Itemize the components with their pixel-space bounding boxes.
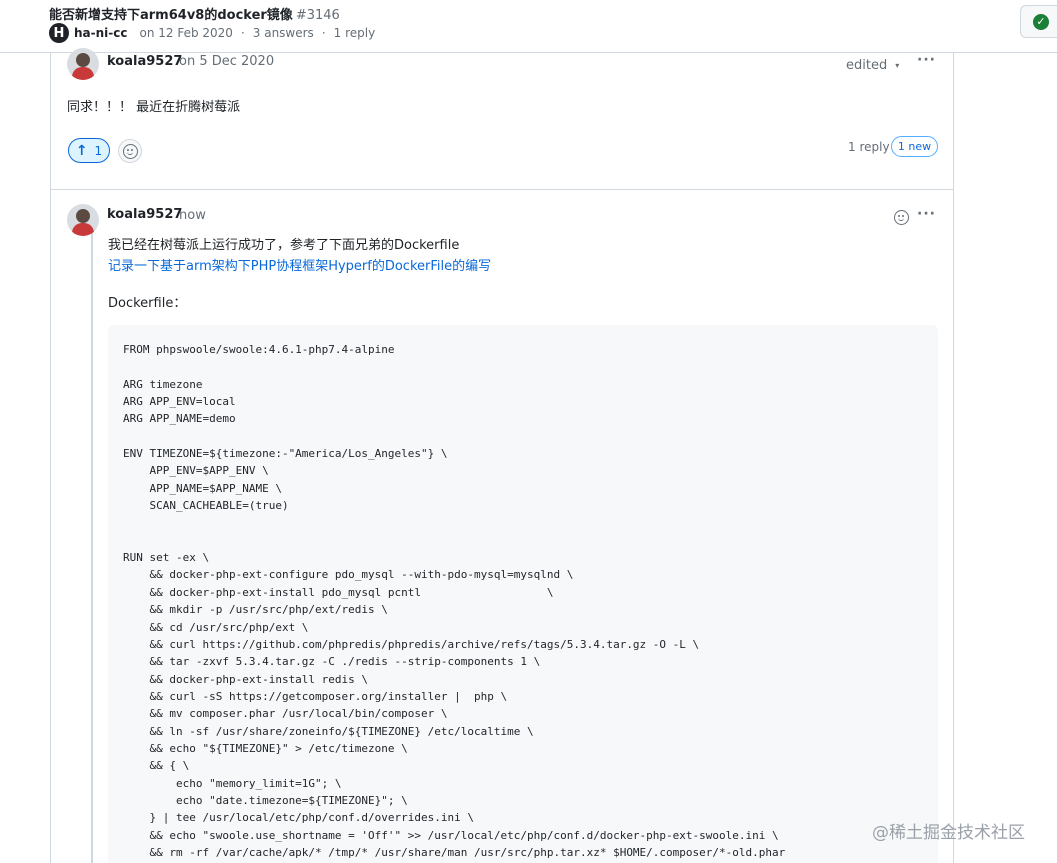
- comment-body: 同求！！！ 最近在折腾树莓派: [67, 100, 241, 115]
- reply: koala9527 now ··· 我已经在树莓派上运行成功了，参考了下面兄弟的…: [51, 191, 953, 863]
- meta-separator: ·: [321, 26, 326, 40]
- add-reaction-button[interactable]: [889, 205, 913, 229]
- upvote-count: 1: [94, 143, 103, 158]
- code-block: FROM phpswoole/swoole:4.6.1-php7.4-alpin…: [108, 325, 938, 863]
- discussion-meta: H ha-ni-cc on 12 Feb 2020 · 3 answers · …: [49, 23, 375, 43]
- smiley-icon: [122, 143, 138, 159]
- triangle-down-icon: ▾: [895, 61, 900, 70]
- answers-count: 3 answers: [252, 26, 314, 40]
- add-reaction-button[interactable]: [118, 139, 142, 163]
- watermark: @稀土掘金技术社区: [872, 823, 1025, 843]
- discussion-header: 能否新增支持下arm64v8的docker镜像 #3146 H ha-ni-cc …: [0, 0, 1057, 53]
- replies-section: koala9527 now ··· 我已经在树莓派上运行成功了，参考了下面兄弟的…: [51, 191, 953, 863]
- discussion-date: on 12 Feb 2020: [139, 26, 233, 40]
- dockerfile-code: FROM phpswoole/swoole:4.6.1-php7.4-alpin…: [123, 343, 786, 859]
- reference-link[interactable]: 记录一下基于arm架构下PHP协程框架Hyperf的DockerFile的编写: [108, 255, 491, 274]
- answered-status-button[interactable]: ✓: [1020, 5, 1057, 38]
- reply-count-link[interactable]: 1 reply: [848, 140, 890, 154]
- reply-time-link[interactable]: now: [179, 208, 206, 223]
- thread-line: [91, 223, 93, 863]
- edited-label: edited: [846, 58, 888, 73]
- upvote-button[interactable]: ↑ 1: [68, 138, 110, 163]
- dockerfile-label: Dockerfile：: [108, 296, 187, 311]
- arrow-up-icon: ↑: [75, 142, 88, 159]
- check-circle-icon: ✓: [1033, 14, 1049, 30]
- discussion-title: 能否新增支持下arm64v8的docker镜像 #3146: [49, 4, 340, 23]
- comment-date-link[interactable]: on 5 Dec 2020: [179, 54, 274, 69]
- reply-author-link[interactable]: koala9527: [107, 207, 182, 222]
- hyperf-logo-icon[interactable]: H: [49, 23, 69, 43]
- smiley-icon: [893, 209, 909, 225]
- replies-count: 1 reply: [333, 26, 376, 40]
- comment: koala9527 on 5 Dec 2020 edited ▾ ··· 同求！！…: [51, 48, 953, 190]
- avatar[interactable]: [67, 48, 99, 80]
- kebab-horizontal-icon[interactable]: ···: [917, 206, 936, 222]
- discussion-number: #3146: [295, 8, 340, 23]
- avatar[interactable]: [67, 204, 99, 236]
- new-replies-badge[interactable]: 1 new: [891, 136, 938, 157]
- kebab-horizontal-icon[interactable]: ···: [917, 52, 936, 68]
- edited-history-dropdown[interactable]: edited ▾: [846, 58, 899, 73]
- comment-author-link[interactable]: koala9527: [107, 54, 182, 69]
- discussion-thread: koala9527 on 5 Dec 2020 edited ▾ ··· 同求！！…: [50, 48, 954, 863]
- discussion-author-link[interactable]: ha-ni-cc: [74, 26, 127, 40]
- reply-text: 我已经在树莓派上运行成功了，参考了下面兄弟的Dockerfile: [108, 238, 460, 253]
- meta-separator: ·: [240, 26, 245, 40]
- discussion-title-text: 能否新增支持下arm64v8的docker镜像: [49, 8, 293, 23]
